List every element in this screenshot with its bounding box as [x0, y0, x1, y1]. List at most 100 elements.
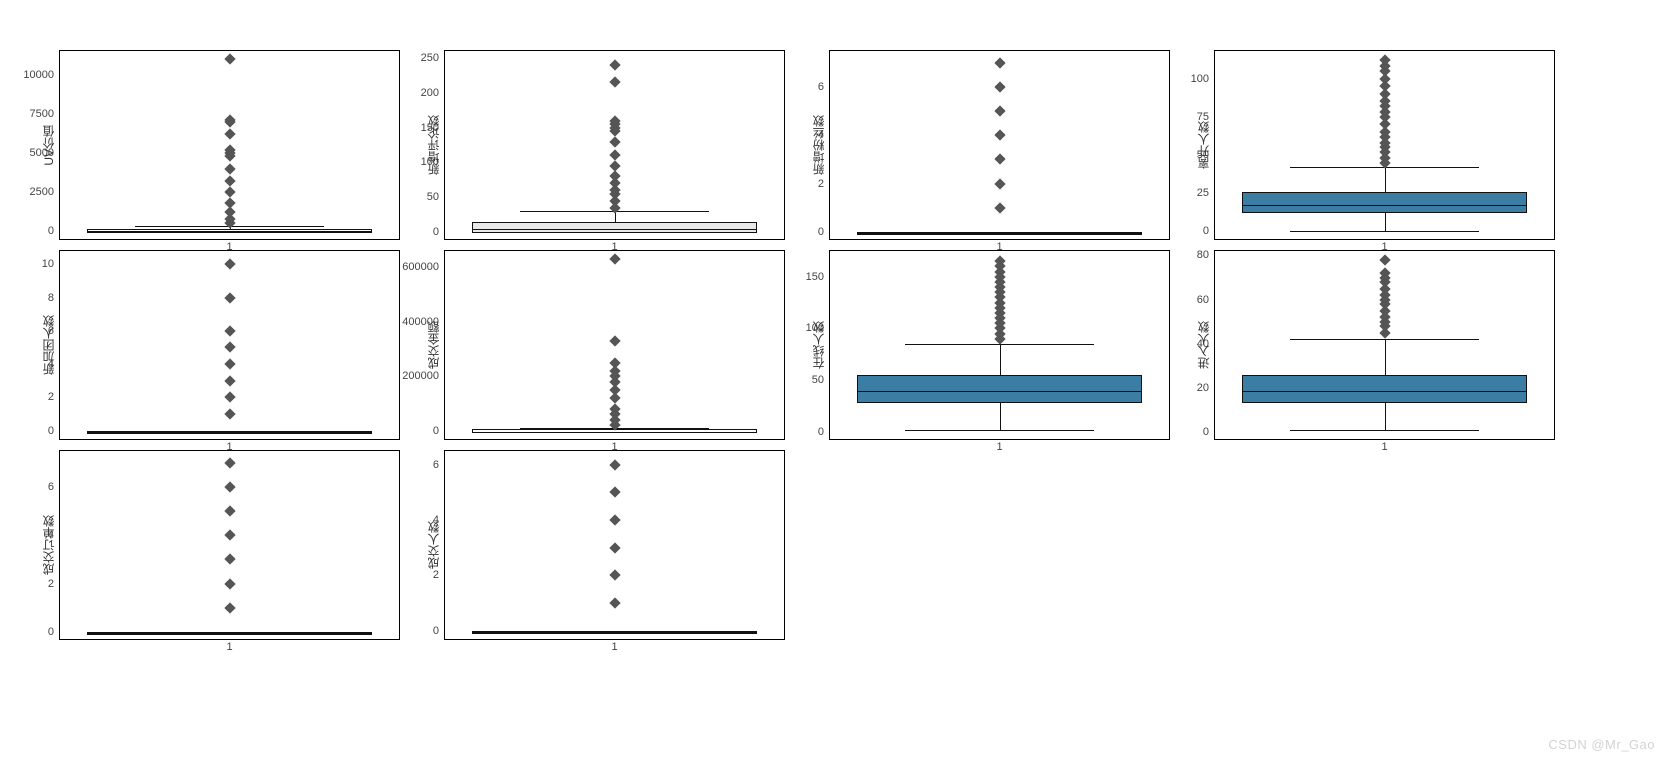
box-plot: 0501001502002501	[444, 50, 785, 240]
y-tick-label: 6	[818, 81, 824, 93]
outlier-marker	[1379, 254, 1390, 265]
box-body	[87, 229, 372, 233]
outlier-marker	[224, 554, 235, 565]
y-tick-label: 2500	[30, 186, 54, 198]
chart-cell: 成交人数02461	[425, 450, 785, 640]
outlier-marker	[224, 197, 235, 208]
outlier-marker	[224, 53, 235, 64]
chart-cell: 新增粉丝数02461	[810, 50, 1170, 240]
y-axis-label: 成交订单数	[40, 515, 57, 575]
y-tick-label: 0	[818, 426, 824, 438]
y-tick-label: 100	[806, 322, 824, 334]
y-tick-label: 4	[48, 358, 54, 370]
outlier-marker	[609, 597, 620, 608]
y-tick-label: 600000	[402, 261, 439, 273]
median-line	[88, 633, 371, 634]
y-tick-label: 200	[421, 87, 439, 99]
y-tick-label: 50	[427, 191, 439, 203]
outlier-marker	[609, 487, 620, 498]
outlier-marker	[609, 77, 620, 88]
outlier-marker	[609, 335, 620, 346]
outlier-marker	[224, 506, 235, 517]
y-tick-label: 50	[1197, 149, 1209, 161]
outlier-marker	[224, 175, 235, 186]
outlier-marker	[224, 457, 235, 468]
box-plot: 02461	[444, 450, 785, 640]
y-tick-label: 20	[1197, 382, 1209, 394]
outlier-marker	[224, 342, 235, 353]
y-tick-label: 0	[48, 225, 54, 237]
outlier-marker	[224, 292, 235, 303]
outlier-marker	[224, 530, 235, 541]
outlier-marker	[609, 570, 620, 581]
box-body	[1242, 375, 1527, 404]
y-tick-label: 6	[48, 481, 54, 493]
outlier-marker	[994, 202, 1005, 213]
outlier-marker	[609, 254, 620, 265]
median-line	[88, 432, 371, 433]
median-line	[473, 432, 756, 433]
chart-cell: 新加团人数02468101	[40, 250, 400, 440]
y-tick-label: 8	[48, 292, 54, 304]
median-line	[473, 632, 756, 633]
outlier-marker	[994, 130, 1005, 141]
y-tick-label: 0	[48, 626, 54, 638]
box-plot: 02461	[59, 450, 400, 640]
y-tick-label: 50	[812, 374, 824, 386]
y-tick-label: 0	[1203, 225, 1209, 237]
y-axis-label: 离开人数	[1195, 121, 1212, 169]
y-tick-label: 2	[433, 569, 439, 581]
outlier-marker	[609, 459, 620, 470]
outlier-marker	[609, 357, 620, 368]
outlier-marker	[224, 408, 235, 419]
outlier-marker	[609, 150, 620, 161]
outlier-marker	[224, 325, 235, 336]
outlier-marker	[224, 375, 235, 386]
y-tick-label: 2	[48, 578, 54, 590]
box-plot: 0250050007500100001	[59, 50, 400, 240]
y-tick-label: 100	[421, 156, 439, 168]
box-body	[87, 431, 372, 434]
median-line	[88, 231, 371, 232]
outlier-marker	[224, 481, 235, 492]
box-body	[857, 232, 1142, 235]
outlier-marker	[609, 542, 620, 553]
box-body	[472, 222, 757, 233]
y-tick-label: 2	[48, 391, 54, 403]
y-tick-label: 0	[433, 425, 439, 437]
y-tick-label: 60	[1197, 294, 1209, 306]
outlier-marker	[224, 392, 235, 403]
outlier-marker	[224, 186, 235, 197]
y-tick-label: 40	[1197, 338, 1209, 350]
chart-cell: 进入人数0204060801	[1195, 250, 1555, 440]
median-line	[858, 391, 1141, 392]
y-axis-label: 成交人数	[425, 521, 442, 569]
y-tick-label: 6	[433, 459, 439, 471]
y-tick-label: 100	[1191, 73, 1209, 85]
y-tick-label: 2	[818, 178, 824, 190]
outlier-marker	[224, 128, 235, 139]
outlier-marker	[994, 178, 1005, 189]
outlier-marker	[224, 358, 235, 369]
chart-cell: 在线人数0501001501	[810, 250, 1170, 440]
y-tick-label: 0	[818, 226, 824, 238]
y-tick-label: 80	[1197, 249, 1209, 261]
y-tick-label: 4	[48, 529, 54, 541]
median-line	[1243, 205, 1526, 206]
watermark: CSDN @Mr_Gao	[1548, 737, 1655, 752]
y-tick-label: 4	[818, 129, 824, 141]
outlier-marker	[994, 106, 1005, 117]
box-plot: 02468101	[59, 250, 400, 440]
chart-cell: UV价值0250050007500100001	[40, 50, 400, 240]
outlier-marker	[994, 154, 1005, 165]
box-body	[472, 631, 757, 634]
median-line	[473, 229, 756, 230]
box-body	[1242, 192, 1527, 214]
y-tick-label: 7500	[30, 108, 54, 120]
y-tick-label: 200000	[402, 370, 439, 382]
whisker-cap-low	[1290, 231, 1480, 232]
chart-grid: UV价值0250050007500100001新增评论数050100150200…	[0, 0, 1624, 680]
y-tick-label: 0	[433, 226, 439, 238]
y-tick-label: 0	[1203, 426, 1209, 438]
y-tick-label: 0	[48, 425, 54, 437]
